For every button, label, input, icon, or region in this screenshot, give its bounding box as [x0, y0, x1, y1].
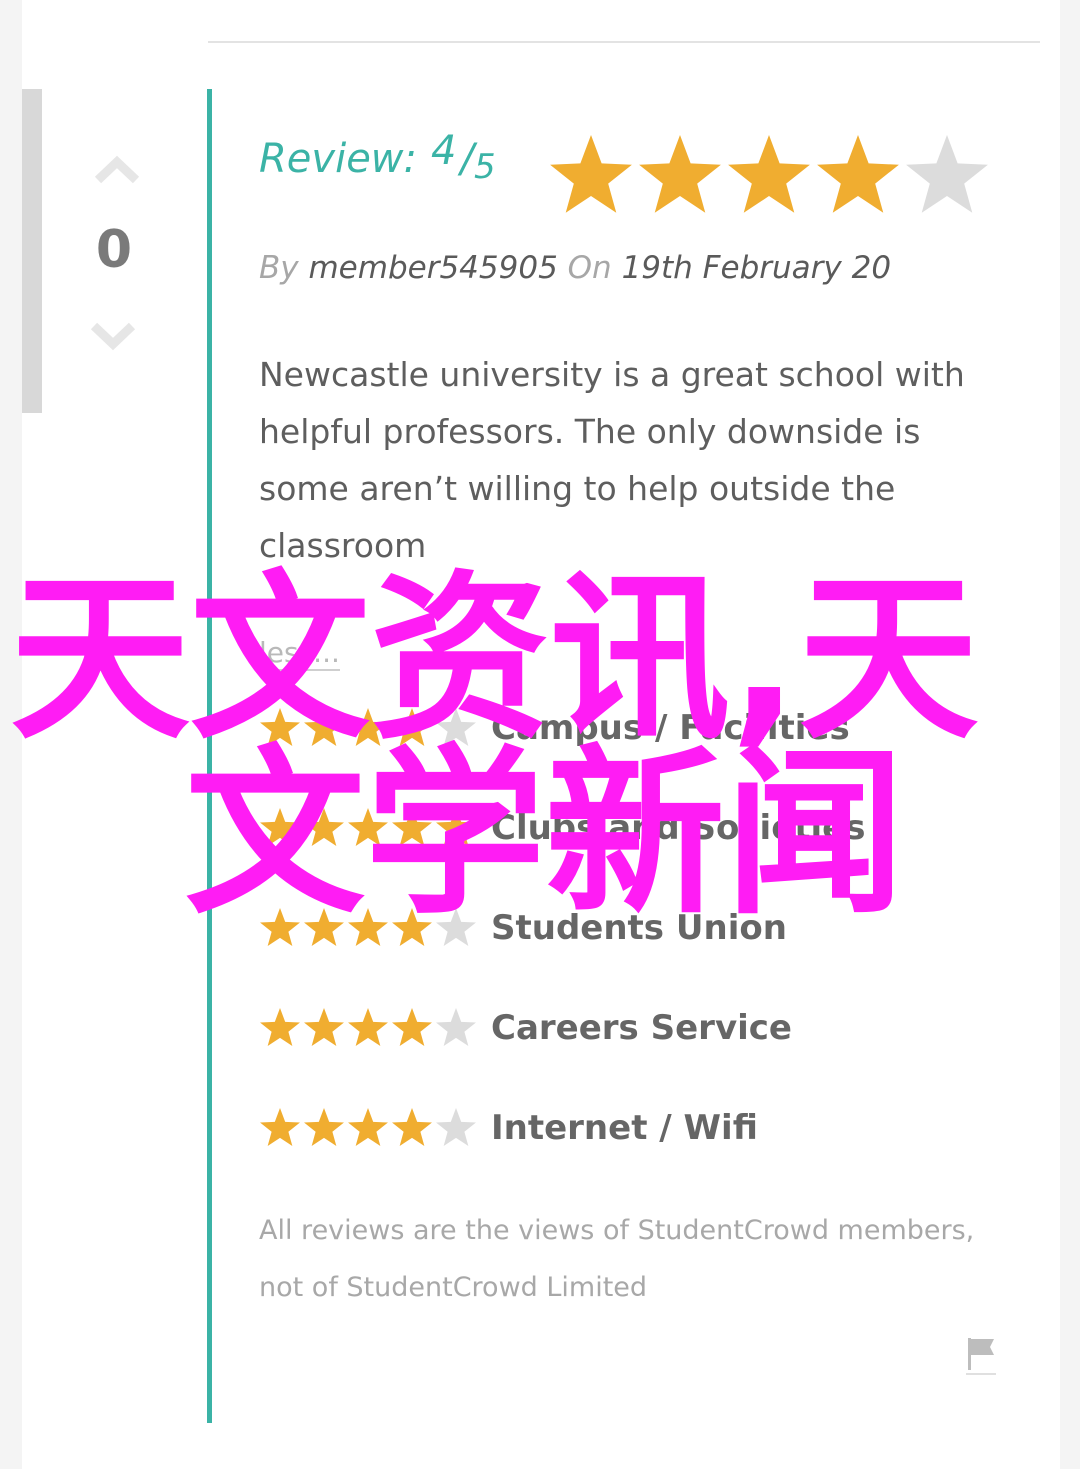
- star-filled-icon: [392, 808, 432, 846]
- star-filled-icon: [392, 1108, 432, 1146]
- category-star-rating: [260, 708, 476, 746]
- star-filled-icon: [392, 908, 432, 946]
- category-rating-row: Internet / Wifi: [259, 1103, 758, 1153]
- star-filled-icon: [348, 1008, 388, 1046]
- category-star-rating: [260, 908, 476, 946]
- category-star-rating: [260, 1008, 476, 1046]
- star-filled-icon: [348, 1108, 388, 1146]
- star-empty-icon: [436, 1108, 476, 1146]
- by-label: By: [259, 250, 299, 286]
- top-divider: [208, 41, 1040, 43]
- author-name[interactable]: member545905: [308, 250, 557, 286]
- review-score: 4: [431, 128, 457, 174]
- review-byline: By member545905 On 19th February 20: [259, 250, 891, 286]
- category-label: Careers Service: [491, 1008, 792, 1048]
- star-empty-icon: [436, 1008, 476, 1046]
- star-filled-icon: [304, 908, 344, 946]
- star-filled-icon: [260, 1108, 300, 1146]
- star-empty-icon: [436, 908, 476, 946]
- review-body: Newcastle university is a great school w…: [259, 355, 965, 565]
- star-filled-icon: [550, 135, 632, 213]
- review-title-label: Review:: [259, 136, 417, 182]
- category-label: Students Union: [491, 908, 787, 948]
- star-filled-icon: [639, 135, 721, 213]
- review-score-slash: /: [460, 136, 474, 182]
- star-filled-icon: [260, 708, 300, 746]
- chevron-down-icon[interactable]: [90, 316, 136, 356]
- category-star-rating: [260, 808, 476, 846]
- category-rating-row: Careers Service: [259, 1003, 792, 1053]
- star-filled-icon: [260, 808, 300, 846]
- star-filled-icon: [304, 1108, 344, 1146]
- vote-count: 0: [95, 220, 133, 280]
- overall-star-rating: [550, 135, 988, 213]
- category-star-rating: [260, 1108, 476, 1146]
- star-filled-icon: [304, 808, 344, 846]
- star-filled-icon: [392, 708, 432, 746]
- star-filled-icon: [348, 708, 388, 746]
- star-filled-icon: [817, 135, 899, 213]
- review-date: 19th February 20: [621, 250, 892, 286]
- star-filled-icon: [392, 1008, 432, 1046]
- star-empty-icon: [906, 135, 988, 213]
- review-score-max: 5: [473, 147, 496, 187]
- category-rating-row: Campus / Facilities: [259, 703, 850, 753]
- review-title: Review: 4 / 5: [259, 128, 496, 206]
- category-rating-row: Students Union: [259, 903, 787, 953]
- less-link[interactable]: less...: [259, 637, 340, 671]
- star-filled-icon: [728, 135, 810, 213]
- accent-rule: [207, 89, 212, 1423]
- star-filled-icon: [304, 1008, 344, 1046]
- chevron-up-icon[interactable]: [94, 150, 140, 190]
- category-label: Clubs and Societies: [491, 808, 866, 848]
- star-filled-icon: [348, 908, 388, 946]
- star-filled-icon: [436, 808, 476, 846]
- vote-bar: [22, 89, 42, 413]
- star-filled-icon: [260, 1008, 300, 1046]
- category-label: Internet / Wifi: [491, 1108, 758, 1148]
- star-filled-icon: [260, 908, 300, 946]
- disclaimer-text: All reviews are the views of StudentCrow…: [259, 1215, 975, 1303]
- flag-icon[interactable]: [966, 1336, 996, 1376]
- star-filled-icon: [348, 808, 388, 846]
- star-empty-icon: [436, 708, 476, 746]
- category-rating-row: Clubs and Societies: [259, 803, 865, 853]
- category-label: Campus / Facilities: [491, 708, 850, 748]
- star-filled-icon: [304, 708, 344, 746]
- on-label: On: [567, 250, 612, 286]
